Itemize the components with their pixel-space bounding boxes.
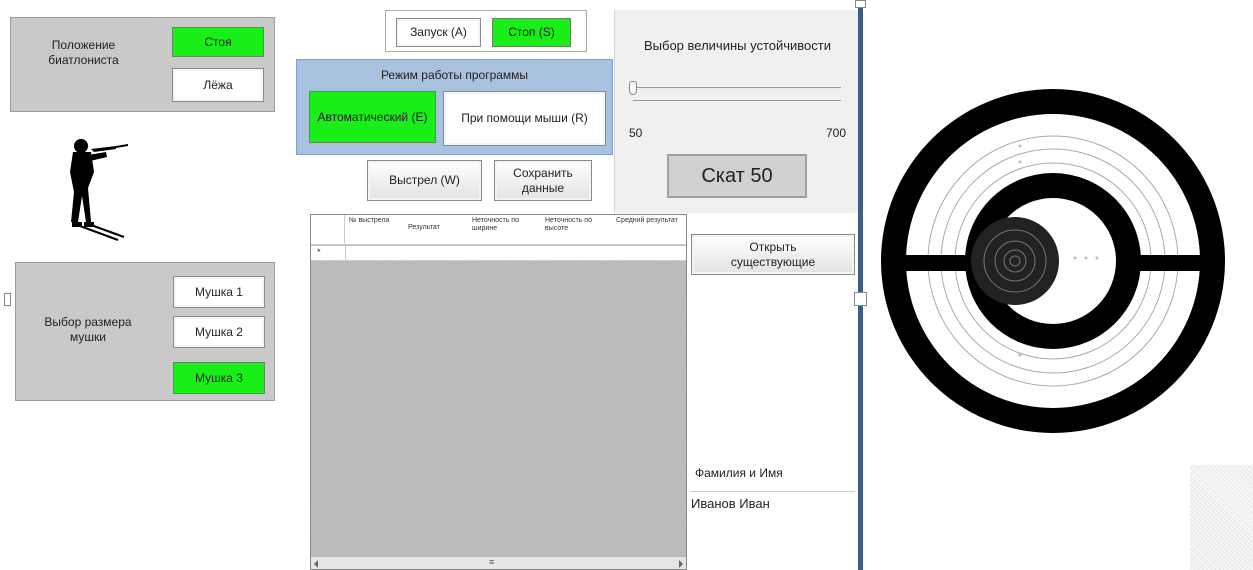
stability-max-label: 700	[826, 126, 847, 140]
new-row-marker: *	[317, 247, 321, 257]
horizontal-scrollbar[interactable]: ≡	[311, 556, 686, 569]
sight-size-group: Выбор размера мушки Мушка 1 Мушка 2 Мушк…	[15, 262, 275, 401]
scroll-thumb-grip[interactable]: ≡	[489, 557, 494, 567]
name-label: Фамилия и Имя	[695, 466, 783, 480]
stability-min-label: 50	[629, 126, 643, 140]
column-header-result[interactable]: Результат	[408, 224, 468, 232]
standing-button[interactable]: Стоя	[172, 27, 264, 57]
shot-button[interactable]: Выстрел (W)	[367, 160, 482, 201]
column-header-average[interactable]: Средний результат	[616, 217, 678, 225]
start-button[interactable]: Запуск (A)	[396, 18, 481, 47]
results-table[interactable]: № выстрела Результат Неточность по ширин…	[310, 214, 687, 570]
mouse-mode-button[interactable]: При помощи мыши (R)	[443, 91, 606, 146]
sight-1-button[interactable]: Мушка 1	[173, 276, 265, 308]
save-data-button[interactable]: Сохранить данные	[494, 160, 592, 201]
stability-title: Выбор величины устойчивости	[643, 38, 831, 53]
corner-patch	[1190, 465, 1253, 570]
name-field[interactable]: Иванов Иван	[691, 496, 770, 511]
position-label: Положение биатлониста	[48, 38, 119, 67]
sight-size-label: Выбор размера мушки	[44, 315, 132, 344]
stability-panel: Выбор величины устойчивости 50 700 Скат …	[614, 10, 859, 213]
run-controls-box: Запуск (A) Стоп (S)	[385, 10, 587, 52]
table-new-row[interactable]: *	[311, 246, 686, 261]
slider-ticks-line	[633, 100, 841, 101]
name-divider	[690, 491, 855, 492]
stop-button[interactable]: Стоп (S)	[492, 18, 571, 47]
column-header-width-error[interactable]: Неточность по ширине	[472, 217, 538, 233]
stability-value-display: Скат 50	[667, 154, 807, 198]
position-group: Положение биатлониста Стоя Лёжа	[10, 17, 275, 112]
slider-thumb[interactable]	[629, 81, 637, 95]
table-header: № выстрела Результат Неточность по ширин…	[311, 215, 686, 245]
mode-title: Режим работы программы	[380, 68, 529, 82]
prone-button[interactable]: Лёжа	[172, 68, 264, 102]
sight-3-button[interactable]: Мушка 3	[173, 362, 265, 394]
scroll-left-arrow[interactable]	[314, 560, 318, 568]
slider-track	[633, 87, 841, 90]
biathlete-silhouette	[70, 139, 129, 241]
mode-panel: Режим работы программы Автоматический (E…	[296, 59, 613, 155]
automatic-mode-button[interactable]: Автоматический (E)	[309, 91, 436, 143]
left-resize-handle[interactable]	[4, 293, 11, 306]
open-existing-button[interactable]: Открыть существующие	[691, 234, 855, 275]
row-header-cell	[311, 215, 345, 245]
biathlete-figure	[70, 139, 116, 227]
column-header-shot-no[interactable]: № выстрела	[349, 217, 405, 225]
stability-slider[interactable]	[629, 80, 843, 106]
scroll-right-arrow[interactable]	[679, 560, 683, 568]
column-header-height-error[interactable]: Неточность по высоте	[545, 217, 607, 233]
new-row-cells	[345, 246, 686, 261]
sight-2-button[interactable]: Мушка 2	[173, 316, 265, 348]
